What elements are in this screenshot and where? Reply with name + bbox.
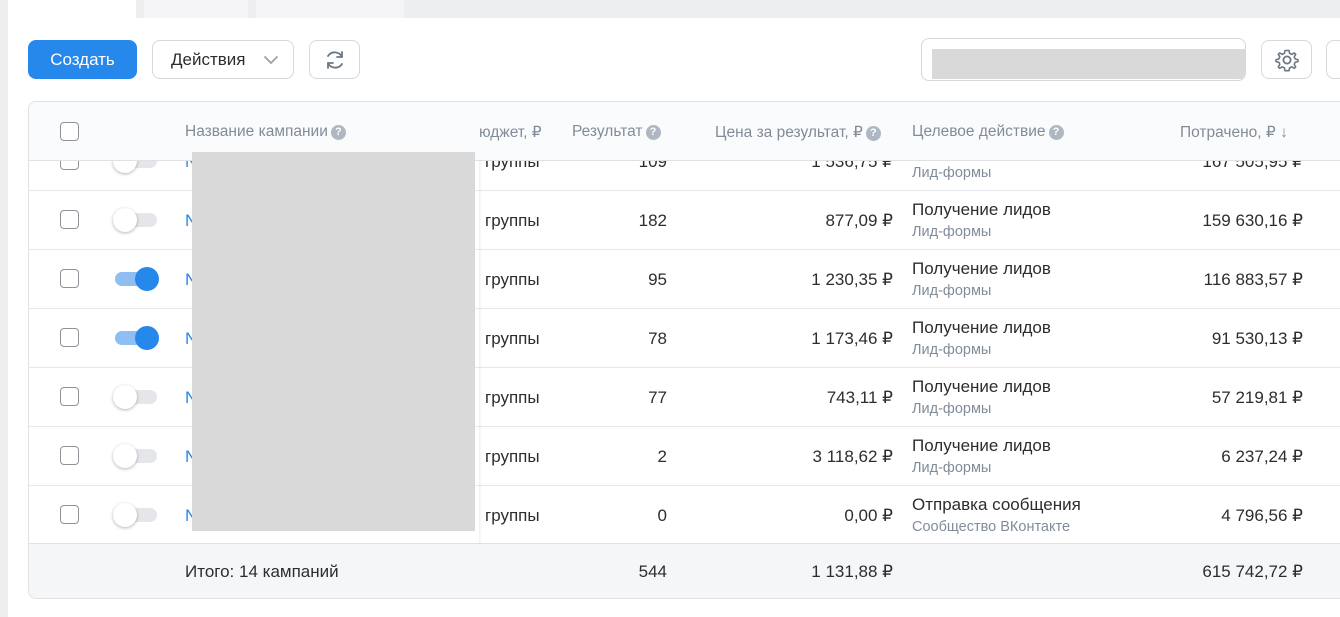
result-cell: 78 bbox=[648, 329, 667, 348]
toggle-knob bbox=[113, 208, 137, 232]
actions-dropdown[interactable]: Действия bbox=[152, 40, 294, 79]
spent-cell: 57 219,81 ₽ bbox=[1211, 388, 1303, 407]
cost-per-result-cell: 877,09 ₽ bbox=[825, 211, 893, 230]
target-action-subtitle: Лид-формы bbox=[912, 283, 992, 299]
row-checkbox[interactable] bbox=[60, 269, 79, 288]
help-icon[interactable]: ? bbox=[865, 126, 881, 141]
search-input[interactable] bbox=[921, 38, 1246, 81]
spent-cell: 116 883,57 ₽ bbox=[1203, 270, 1303, 289]
totals-cost: 1 131,88 ₽ bbox=[811, 562, 893, 581]
target-action-subtitle: Лид-формы bbox=[912, 401, 992, 417]
tab[interactable] bbox=[144, 0, 248, 18]
row-checkbox[interactable] bbox=[60, 505, 79, 524]
tab[interactable] bbox=[256, 0, 404, 18]
campaigns-table: Название кампании? юджет, ₽ Результат? Ц… bbox=[28, 101, 1340, 599]
budget-cell: группы bbox=[485, 270, 540, 289]
budget-cell: группы bbox=[485, 447, 540, 466]
column-header-label: Потрачено, ₽ ↓ bbox=[1180, 124, 1288, 141]
campaign-toggle[interactable] bbox=[113, 444, 157, 468]
column-header-cost-per-result[interactable]: Цена за результат, ₽? bbox=[715, 123, 881, 142]
spent-cell: 159 630,16 ₽ bbox=[1202, 211, 1303, 230]
column-header-name[interactable]: Название кампании? bbox=[185, 123, 346, 141]
target-action-cell: Получение лидов bbox=[912, 436, 1051, 455]
totals-spent: 615 742,72 ₽ bbox=[1202, 562, 1303, 581]
target-action-subtitle: Лид-формы bbox=[912, 165, 992, 181]
column-header-target-action[interactable]: Целевое действие? bbox=[912, 123, 1064, 141]
column-header-label: Цена за результат, ₽ bbox=[715, 124, 863, 141]
redacted-area bbox=[932, 49, 1245, 79]
cost-per-result-cell: 1 173,46 ₽ bbox=[811, 329, 893, 348]
column-header-label: Целевое действие bbox=[912, 123, 1046, 140]
column-header-label: Результат bbox=[572, 123, 643, 140]
target-action-cell: Отправка сообщения bbox=[912, 495, 1081, 514]
totals-label: Итого: 14 кампаний bbox=[185, 562, 339, 581]
campaign-toggle[interactable] bbox=[113, 208, 157, 232]
result-cell: 77 bbox=[648, 388, 667, 407]
row-checkbox[interactable] bbox=[60, 446, 79, 465]
target-action-subtitle: Лид-формы bbox=[912, 460, 992, 476]
cost-per-result-cell: 0,00 ₽ bbox=[844, 506, 893, 525]
chevron-down-icon bbox=[264, 56, 278, 64]
column-header-budget[interactable]: юджет, ₽ bbox=[479, 123, 542, 142]
cost-per-result-cell: 3 118,62 ₽ bbox=[812, 447, 893, 466]
toggle-knob bbox=[113, 385, 137, 409]
spent-cell: 6 237,24 ₽ bbox=[1221, 447, 1303, 466]
target-action-cell: Получение лидов bbox=[912, 259, 1051, 278]
gear-icon bbox=[1274, 49, 1299, 71]
budget-cell: группы bbox=[485, 329, 540, 348]
settings-button[interactable] bbox=[1261, 40, 1312, 79]
help-icon[interactable]: ? bbox=[1048, 125, 1064, 140]
toggle-knob bbox=[113, 503, 137, 527]
campaign-toggle[interactable] bbox=[113, 385, 157, 409]
toggle-knob bbox=[113, 444, 137, 468]
campaign-toggle[interactable] bbox=[113, 503, 157, 527]
column-header-label: Название кампании bbox=[185, 123, 328, 140]
target-action-cell: Получение лидов bbox=[912, 200, 1051, 219]
refresh-button[interactable] bbox=[309, 40, 360, 79]
budget-cell: группы bbox=[485, 211, 540, 230]
sticky-column-shadow bbox=[479, 161, 482, 543]
result-cell: 182 bbox=[638, 211, 667, 230]
target-action-cell: Получение лидов bbox=[912, 377, 1051, 396]
spent-cell: 4 796,56 ₽ bbox=[1221, 506, 1303, 525]
toggle-knob bbox=[135, 267, 159, 291]
help-icon[interactable]: ? bbox=[645, 125, 661, 140]
toolbar-button-partial[interactable] bbox=[1326, 40, 1340, 79]
row-checkbox[interactable] bbox=[60, 328, 79, 347]
column-header-spent[interactable]: Потрачено, ₽ ↓ bbox=[1180, 123, 1288, 142]
create-button[interactable]: Создать bbox=[28, 40, 137, 79]
target-action-cell: Получение лидов bbox=[912, 318, 1051, 337]
target-action-subtitle: Лид-формы bbox=[912, 224, 992, 240]
toggle-knob bbox=[135, 326, 159, 350]
cost-per-result-cell: 1 230,35 ₽ bbox=[811, 270, 893, 289]
campaign-toggle[interactable] bbox=[115, 267, 159, 291]
table-footer: Итого: 14 кампаний 544 1 131,88 ₽ 615 74… bbox=[29, 543, 1340, 598]
budget-cell: группы bbox=[485, 388, 540, 407]
column-header-result[interactable]: Результат? bbox=[572, 123, 661, 141]
row-checkbox[interactable] bbox=[60, 210, 79, 229]
target-action-subtitle: Сообщество ВКонтакте bbox=[912, 519, 1071, 535]
actions-label: Действия bbox=[171, 49, 246, 69]
tab-active[interactable] bbox=[8, 0, 136, 18]
help-icon[interactable]: ? bbox=[330, 125, 346, 140]
campaign-toggle[interactable] bbox=[115, 326, 159, 350]
result-cell: 95 bbox=[648, 270, 667, 289]
column-header-label: юджет, ₽ bbox=[479, 124, 542, 141]
result-cell: 0 bbox=[657, 506, 667, 525]
budget-cell: группы bbox=[485, 506, 540, 525]
redacted-area bbox=[192, 152, 475, 531]
target-action-subtitle: Лид-формы bbox=[912, 342, 992, 358]
cost-per-result-cell: 743,11 ₽ bbox=[826, 388, 893, 407]
totals-result: 544 bbox=[638, 562, 667, 581]
result-cell: 2 bbox=[657, 447, 667, 466]
select-all-checkbox[interactable] bbox=[60, 122, 79, 141]
refresh-icon bbox=[326, 50, 343, 69]
row-checkbox[interactable] bbox=[60, 387, 79, 406]
spent-cell: 91 530,13 ₽ bbox=[1211, 329, 1303, 348]
